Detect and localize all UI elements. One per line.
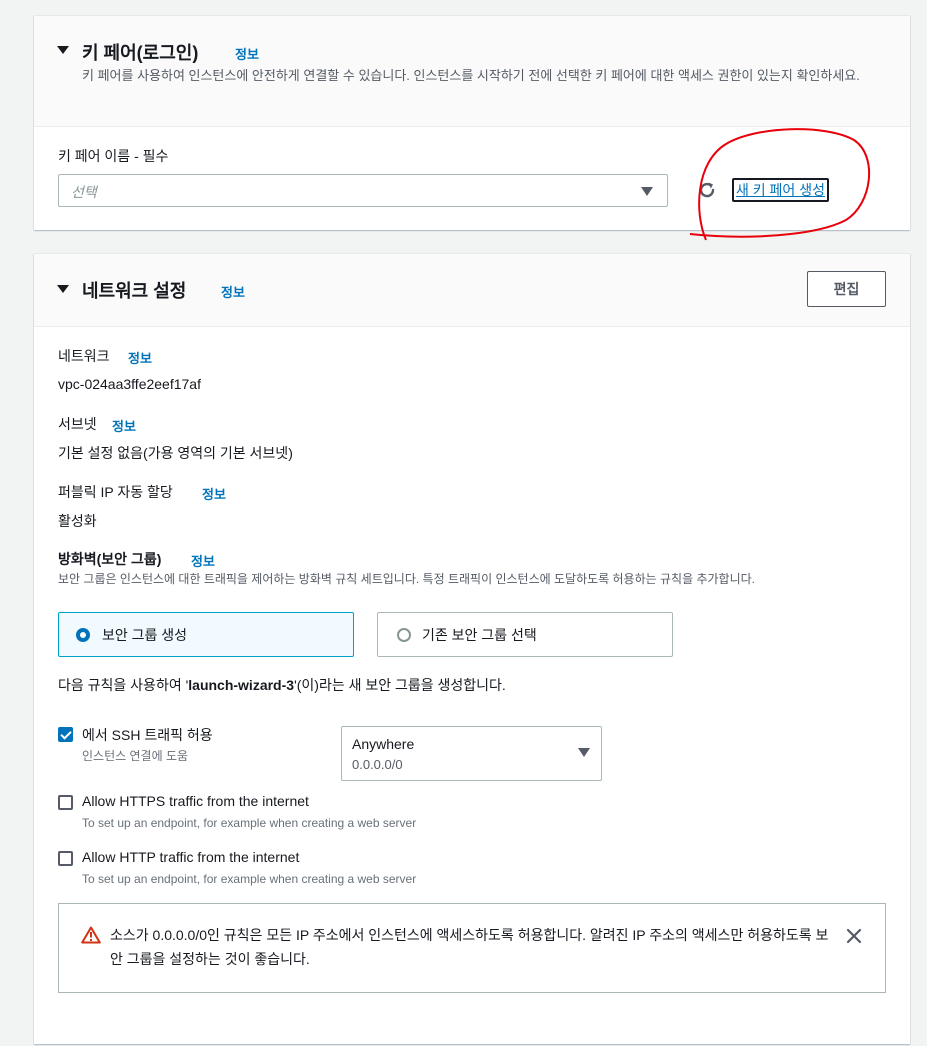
key-pair-name-label: 키 페어 이름 - 필수 — [58, 148, 169, 164]
warning-alert: 소스가 0.0.0.0/0인 규칙은 모든 IP 주소에서 인스턴스에 액세스하… — [58, 903, 886, 993]
network-settings-title: 네트워크 설정 — [82, 281, 187, 301]
ssh-source-value: Anywhere — [352, 736, 415, 752]
edit-button[interactable]: 편집 — [807, 271, 886, 307]
allow-https-sub: To set up an endpoint, for example when … — [82, 816, 417, 830]
network-settings-panel: 네트워크 설정 정보 편집 네트워크 정보 vpc-024aa3ffe2eef1… — [34, 254, 910, 1044]
key-pair-select[interactable]: 선택 — [58, 174, 668, 207]
subnet-value: 기본 설정 없음(가용 영역의 기본 서브넷) — [58, 445, 293, 461]
warning-text: 소스가 0.0.0.0/0인 규칙은 모든 IP 주소에서 인스턴스에 액세스하… — [110, 927, 829, 967]
key-pair-title: 키 페어(로그인) — [82, 43, 199, 63]
select-existing-security-group-label: 기존 보안 그룹 선택 — [422, 627, 537, 643]
close-icon[interactable] — [846, 928, 862, 944]
key-pair-info-link[interactable]: 정보 — [235, 44, 259, 63]
firewall-label: 방화벽(보안 그룹) — [58, 551, 162, 567]
firewall-info-link[interactable]: 정보 — [191, 551, 215, 570]
dropdown-arrow-icon — [641, 187, 653, 196]
firewall-description: 보안 그룹은 인스턴스에 대한 트래픽을 제어하는 방화벽 규칙 세트입니다. … — [58, 572, 756, 586]
key-pair-select-placeholder: 선택 — [71, 184, 97, 200]
create-security-group-option[interactable]: 보안 그룹 생성 — [58, 612, 354, 657]
allow-https-label: Allow HTTPS traffic from the internet — [82, 793, 309, 809]
warning-icon — [81, 926, 101, 944]
public-ip-info-link[interactable]: 정보 — [202, 484, 226, 503]
security-group-rule-text: 다음 규칙을 사용하여 'launch-wizard-3'(이)라는 새 보안 … — [58, 677, 506, 693]
ssh-source-select[interactable]: Anywhere 0.0.0.0/0 — [341, 726, 602, 781]
radio-unselected[interactable] — [397, 628, 411, 642]
red-annotation-circle — [689, 128, 871, 241]
key-pair-header: 키 페어(로그인) 정보 키 페어를 사용하여 인스턴스에 안전하게 연결할 수… — [34, 16, 910, 127]
subnet-info-link[interactable]: 정보 — [112, 416, 136, 435]
allow-ssh-label: 에서 SSH 트래픽 허용 — [82, 727, 213, 743]
network-value: vpc-024aa3ffe2eef17af — [58, 376, 201, 392]
dropdown-arrow-icon — [578, 748, 590, 757]
security-group-name: launch-wizard-3 — [188, 677, 295, 693]
public-ip-label: 퍼블릭 IP 자동 할당 — [58, 484, 173, 500]
ssh-source-cidr: 0.0.0.0/0 — [352, 757, 403, 772]
allow-https-checkbox[interactable] — [58, 795, 73, 810]
select-existing-security-group-option[interactable]: 기존 보안 그룹 선택 — [377, 612, 673, 657]
allow-http-checkbox[interactable] — [58, 851, 73, 866]
network-label: 네트워크 — [58, 348, 110, 364]
allow-ssh-checkbox[interactable] — [58, 727, 73, 742]
key-pair-panel: 키 페어(로그인) 정보 키 페어를 사용하여 인스턴스에 안전하게 연결할 수… — [34, 16, 910, 241]
collapse-caret-icon[interactable] — [57, 46, 69, 54]
key-pair-description: 키 페어를 사용하여 인스턴스에 안전하게 연결할 수 있습니다. 인스턴스를 … — [82, 68, 860, 83]
allow-http-sub: To set up an endpoint, for example when … — [82, 872, 417, 886]
network-settings-header: 네트워크 설정 정보 편집 — [34, 254, 910, 327]
network-info-link[interactable]: 정보 — [128, 348, 152, 367]
create-security-group-label: 보안 그룹 생성 — [102, 627, 188, 643]
collapse-caret-icon[interactable] — [57, 285, 69, 293]
radio-selected[interactable] — [76, 628, 90, 642]
network-settings-info-link[interactable]: 정보 — [221, 282, 245, 301]
allow-http-label: Allow HTTP traffic from the internet — [82, 849, 300, 865]
subnet-label: 서브넷 — [58, 416, 97, 432]
public-ip-value: 활성화 — [58, 513, 97, 529]
allow-ssh-sub: 인스턴스 연결에 도움 — [82, 749, 189, 763]
